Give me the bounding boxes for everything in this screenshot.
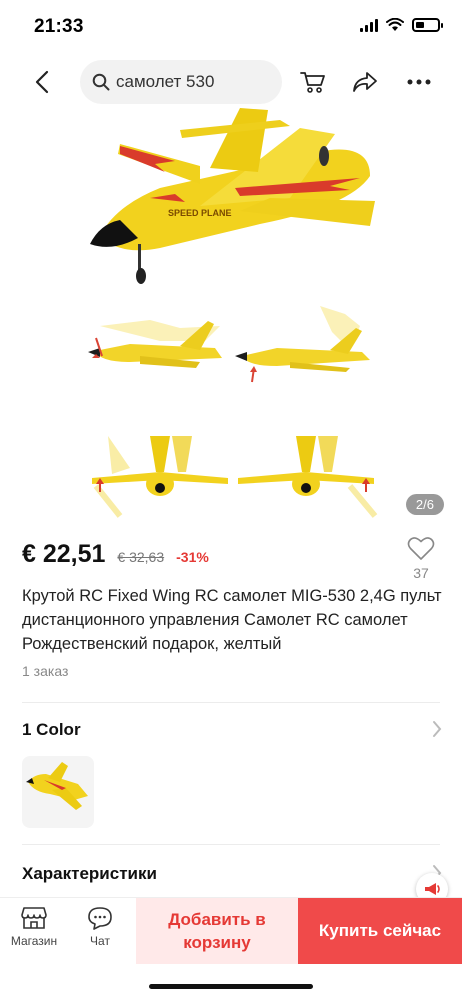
price-current: € 22,51 bbox=[22, 540, 106, 568]
plane-front-right-illustration bbox=[238, 436, 378, 518]
share-icon bbox=[353, 72, 377, 92]
search-icon bbox=[92, 73, 110, 91]
top-nav: самолет 530 bbox=[0, 58, 462, 106]
divider bbox=[22, 702, 440, 703]
search-query: самолет 530 bbox=[116, 72, 215, 91]
price-row: € 22,51 € 32,63 -31% bbox=[22, 540, 442, 576]
specifications-label: Характеристики bbox=[22, 864, 157, 883]
gallery-page-indicator: 2/6 bbox=[405, 494, 444, 515]
buy-now-button[interactable]: Купить сейчас bbox=[298, 898, 462, 964]
price-old: € 32,63 bbox=[117, 549, 165, 565]
signal-icon bbox=[360, 18, 378, 32]
wishlist-count: 37 bbox=[413, 565, 429, 581]
plane-front-left-illustration bbox=[92, 436, 228, 518]
store-button[interactable]: Магазин bbox=[6, 906, 62, 948]
store-label: Магазин bbox=[10, 934, 58, 948]
specifications-row[interactable]: Характеристики bbox=[22, 860, 442, 888]
cart-icon bbox=[300, 72, 325, 93]
plane-side-left-illustration bbox=[88, 320, 222, 368]
color-selector-row[interactable]: 1 Color bbox=[22, 716, 442, 744]
status-time: 21:33 bbox=[34, 16, 84, 37]
swatch-plane-illustration bbox=[26, 762, 88, 810]
product-image: SPEED PLANE bbox=[88, 108, 378, 518]
back-arrow-icon bbox=[35, 70, 49, 94]
chat-icon bbox=[88, 907, 112, 930]
discount-badge: -31% bbox=[176, 549, 209, 565]
wishlist-button[interactable]: 37 bbox=[406, 536, 436, 581]
more-button[interactable] bbox=[404, 68, 434, 96]
search-input[interactable]: самолет 530 bbox=[80, 60, 282, 104]
plane-main-illustration: SPEED PLANE bbox=[90, 108, 375, 284]
color-label: 1 Color bbox=[22, 720, 81, 739]
home-indicator bbox=[149, 984, 313, 989]
cart-button[interactable] bbox=[298, 68, 328, 96]
chat-button[interactable]: Чат bbox=[72, 906, 128, 948]
megaphone-icon bbox=[425, 883, 440, 895]
product-title: Крутой RC Fixed Wing RC самолет MIG-530 … bbox=[22, 587, 442, 653]
plane-side-right-illustration bbox=[235, 306, 370, 383]
store-icon bbox=[21, 907, 47, 929]
status-bar: 21:33 bbox=[0, 0, 462, 52]
orders-count: 1 заказ bbox=[22, 663, 69, 679]
back-button[interactable] bbox=[28, 68, 56, 96]
chevron-right-icon bbox=[433, 721, 442, 737]
share-button[interactable] bbox=[350, 68, 380, 96]
chat-label: Чат bbox=[90, 934, 110, 948]
heart-icon bbox=[407, 537, 435, 560]
product-image-gallery[interactable]: SPEED PLANE 2/6 bbox=[0, 106, 462, 521]
battery-icon bbox=[412, 18, 443, 32]
status-icons bbox=[360, 18, 443, 32]
svg-text:SPEED PLANE: SPEED PLANE bbox=[168, 208, 232, 218]
more-icon bbox=[407, 79, 431, 85]
color-swatch-yellow[interactable] bbox=[22, 756, 94, 828]
divider bbox=[22, 844, 440, 845]
bottom-action-bar: Магазин Чат Добавить в корзину Купить се… bbox=[0, 897, 462, 964]
add-to-cart-label: Добавить в корзину bbox=[168, 910, 266, 952]
add-to-cart-button[interactable]: Добавить в корзину bbox=[136, 898, 298, 964]
wifi-icon bbox=[386, 18, 404, 31]
buy-now-label: Купить сейчас bbox=[318, 921, 442, 940]
